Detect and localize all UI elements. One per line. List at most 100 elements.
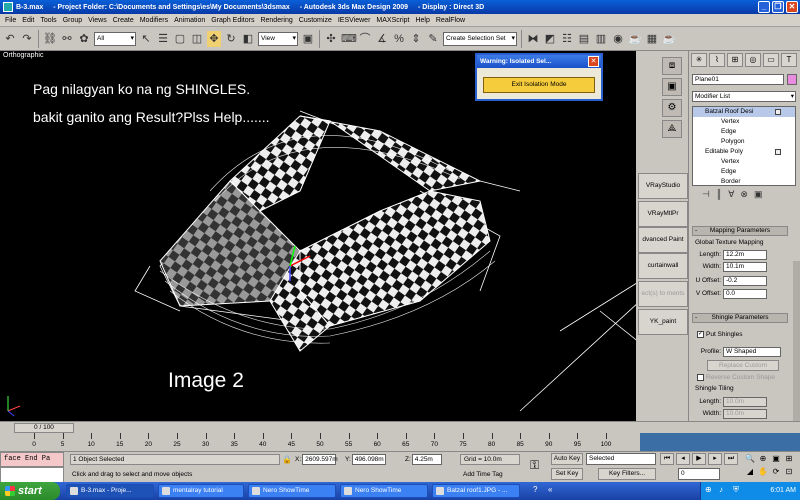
dialog-close-button[interactable]: ✕ [588, 56, 599, 67]
select-and-rotate-icon[interactable]: ↻ [224, 31, 238, 47]
select-and-move-icon[interactable]: ✥ [207, 30, 221, 47]
maximize-viewport-icon[interactable]: ⊡ [783, 466, 795, 478]
mapping-u-offset-field[interactable]: U Offset: -0.2 [693, 276, 767, 286]
taskbar-item-nero-2[interactable]: Nero ShowTime [340, 484, 428, 498]
field-value[interactable]: 10.0m [723, 397, 767, 407]
unlink-icon[interactable]: ⚯ [60, 31, 74, 47]
pivot-center-icon[interactable]: ▣ [301, 31, 315, 47]
set-key-button[interactable]: Set Key [551, 468, 583, 480]
stack-subitem-vertex[interactable]: Vertex [693, 157, 795, 167]
orthographic-viewport[interactable]: Orthographic Pag nilagyan ko na ng SHING… [0, 51, 662, 421]
render-setup-icon[interactable]: ☕ [628, 31, 642, 47]
time-slider-thumb[interactable]: 0 / 100 [14, 423, 74, 433]
menu-rendering[interactable]: Rendering [257, 17, 295, 24]
layer-manager-icon[interactable]: ☷ [560, 31, 574, 47]
shingle-parameters-rollout[interactable]: - Shingle Parameters [692, 313, 788, 323]
object-color-swatch[interactable] [787, 74, 797, 85]
stack-subitem-edge[interactable]: Edge [693, 127, 795, 137]
profile-dropdown[interactable]: Profile: W Shaped [693, 347, 781, 357]
maxscript-input[interactable] [0, 467, 64, 483]
tab-curtainwall[interactable]: curtainwall [638, 253, 688, 279]
snaps-toggle-icon[interactable]: ⌒ [358, 31, 372, 47]
material-editor-icon[interactable]: ◉ [611, 31, 625, 47]
hierarchy-tab-icon[interactable]: ⊞ [727, 53, 743, 67]
stack-item-batzal-roof[interactable]: Batzal Roof Desi [693, 107, 795, 117]
field-value[interactable]: 12.2m [723, 250, 767, 260]
render-icon[interactable]: ☕ [662, 31, 676, 47]
lock-selection-icon[interactable]: 🔒 [282, 455, 292, 464]
stack-subitem-border[interactable]: Border [693, 177, 795, 185]
hierarchy-icon[interactable]: ⚙ [662, 99, 682, 117]
edit-named-selection-icon[interactable]: ✎ [426, 31, 440, 47]
objects-icon[interactable]: ▣ [662, 78, 682, 96]
utilities-tab-icon[interactable]: T [781, 53, 797, 67]
window-crossing-icon[interactable]: ◫ [190, 31, 204, 47]
tab-objects-to-elements[interactable]: ect(s) to ments [638, 281, 688, 307]
shingle-width-field[interactable]: Width: 10.0m [693, 409, 767, 419]
taskbar-item-batzal-jpg[interactable]: Batzal roof1.JPG - ... [432, 484, 520, 498]
selection-filter-dropdown[interactable]: All [94, 31, 136, 46]
taskbar-item-nero-1[interactable]: Nero ShowTime [248, 484, 336, 498]
menu-maxscript[interactable]: MAXScript [373, 17, 412, 24]
field-value[interactable]: -0.2 [723, 276, 767, 286]
angle-snap-icon[interactable]: ∡ [375, 31, 389, 47]
zoom-icon[interactable]: 🔍 [744, 453, 756, 465]
menu-tools[interactable]: Tools [37, 17, 59, 24]
menu-create[interactable]: Create [110, 17, 137, 24]
pan-icon[interactable]: ✋ [757, 466, 769, 478]
coord-value[interactable]: 2609.597m [302, 454, 338, 465]
modify-tab-icon[interactable]: ⌇ [709, 53, 725, 67]
undo-icon[interactable]: ↶ [3, 31, 17, 47]
checkbox-checked-icon[interactable]: ✓ [697, 331, 704, 338]
stack-toggle-icon[interactable] [775, 109, 781, 115]
tab-vraymtlpr[interactable]: VRayMtlPr [638, 201, 688, 227]
field-value[interactable]: 10.0m [723, 409, 767, 419]
next-frame-icon[interactable]: ▸ [708, 453, 722, 465]
curve-editor-icon[interactable]: ▤ [577, 31, 591, 47]
spinner-snap-icon[interactable]: ⇕ [409, 31, 423, 47]
mapping-width-field[interactable]: Width: 10.1m [693, 262, 767, 272]
tab-advanced-paint[interactable]: dvanced Paint [638, 227, 688, 253]
stack-item-editable-poly[interactable]: Editable Poly [693, 147, 795, 157]
taskbar-item-mentalray[interactable]: mentalray tutorial [158, 484, 244, 498]
select-object-icon[interactable]: ↖ [139, 31, 153, 47]
key-filters-button[interactable]: Key Filters... [598, 468, 656, 480]
display-tab-icon[interactable]: ▭ [763, 53, 779, 67]
field-value[interactable]: W Shaped [723, 347, 781, 357]
track-bar[interactable]: 0 5 10 15 20 25 30 35 40 45 50 55 60 65 70 75 80 85 90 95 10… [0, 433, 640, 451]
stack-subitem-edge[interactable]: Edge [693, 167, 795, 177]
checkbox-empty-icon[interactable] [697, 374, 704, 381]
coord-value[interactable]: 496.098m [351, 454, 386, 465]
menu-help[interactable]: Help [412, 17, 432, 24]
menu-customize[interactable]: Customize [296, 17, 335, 24]
chevron-icon[interactable]: « [548, 485, 552, 494]
select-and-scale-icon[interactable]: ◧ [241, 31, 255, 47]
command-panel-scrollbar[interactable] [793, 261, 800, 421]
current-frame-field[interactable]: 0 [678, 468, 720, 480]
schematic-view-icon[interactable]: ▥ [594, 31, 608, 47]
stack-subitem-polygon[interactable]: Polygon [693, 137, 795, 147]
security-icon[interactable]: ⛨ [733, 485, 739, 495]
exit-isolation-mode-button[interactable]: Exit Isolation Mode [483, 77, 595, 93]
rectangular-selection-icon[interactable]: ▢ [173, 31, 187, 47]
snap-icon[interactable]: ⟁ [662, 120, 682, 138]
select-manipulate-icon[interactable]: ✣ [324, 31, 338, 47]
start-button[interactable]: start [0, 482, 60, 500]
object-name-field[interactable]: Plane01 [692, 74, 784, 85]
menu-modifiers[interactable]: Modifiers [137, 17, 171, 24]
key-mode-dropdown[interactable]: Selected [586, 453, 656, 465]
go-to-start-icon[interactable]: ⏮ [660, 453, 674, 465]
keyboard-shortcut-icon[interactable]: ⌨ [341, 31, 357, 47]
menu-graph-editors[interactable]: Graph Editors [208, 17, 257, 24]
field-of-view-icon[interactable]: ◢ [744, 466, 756, 478]
named-selection-sets-dropdown[interactable]: Create Selection Set [443, 31, 517, 46]
put-shingles-checkbox[interactable]: ✓ Put Shingles [697, 331, 743, 338]
pin-stack-icon[interactable]: ⊣ [702, 189, 710, 203]
auto-key-button[interactable]: Auto Key [551, 453, 583, 465]
field-value[interactable]: 0.0 [723, 289, 767, 299]
percent-snap-icon[interactable]: % [392, 31, 406, 47]
menu-file[interactable]: File [2, 17, 19, 24]
reverse-custom-shape-checkbox[interactable]: Reverse Custom Shape [697, 374, 775, 381]
maxscript-output[interactable]: face End Pa [0, 452, 64, 467]
make-unique-icon[interactable]: ∀ [728, 189, 734, 203]
